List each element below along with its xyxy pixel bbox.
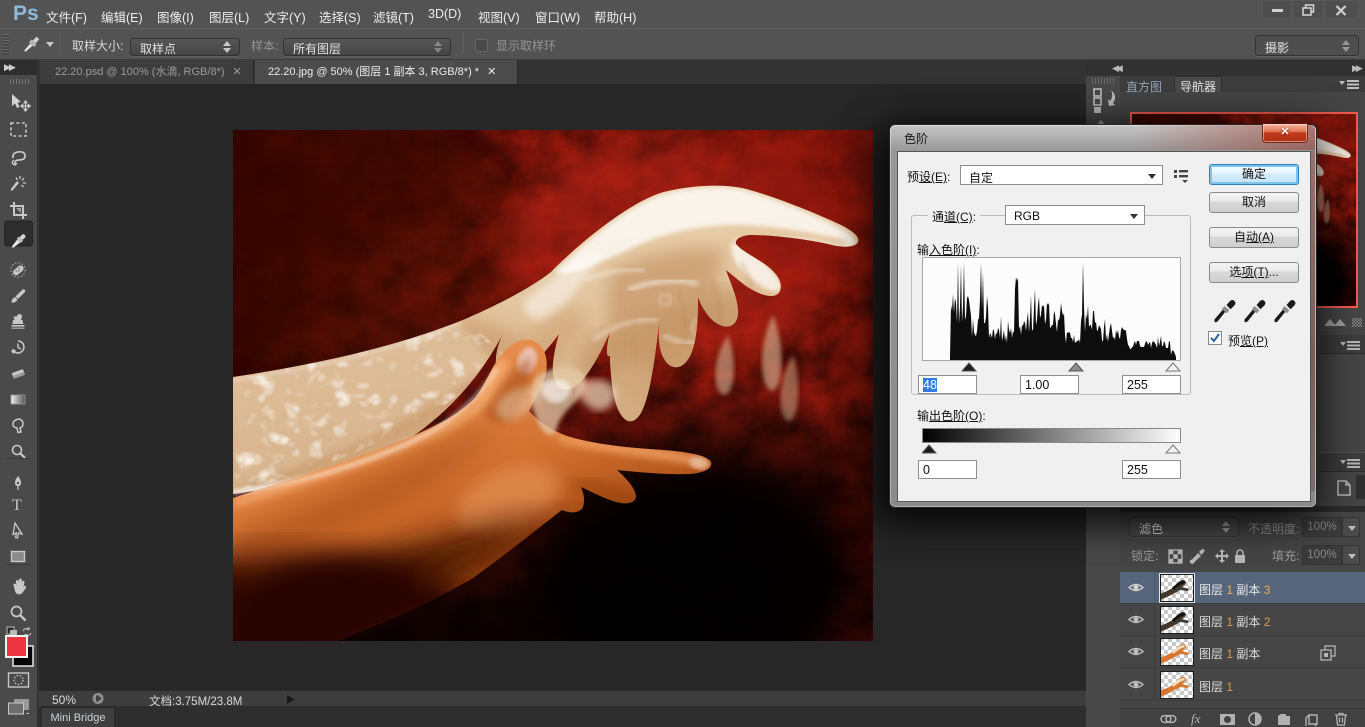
svg-text:T: T	[12, 497, 22, 514]
svg-text:fx: fx	[1191, 711, 1201, 726]
